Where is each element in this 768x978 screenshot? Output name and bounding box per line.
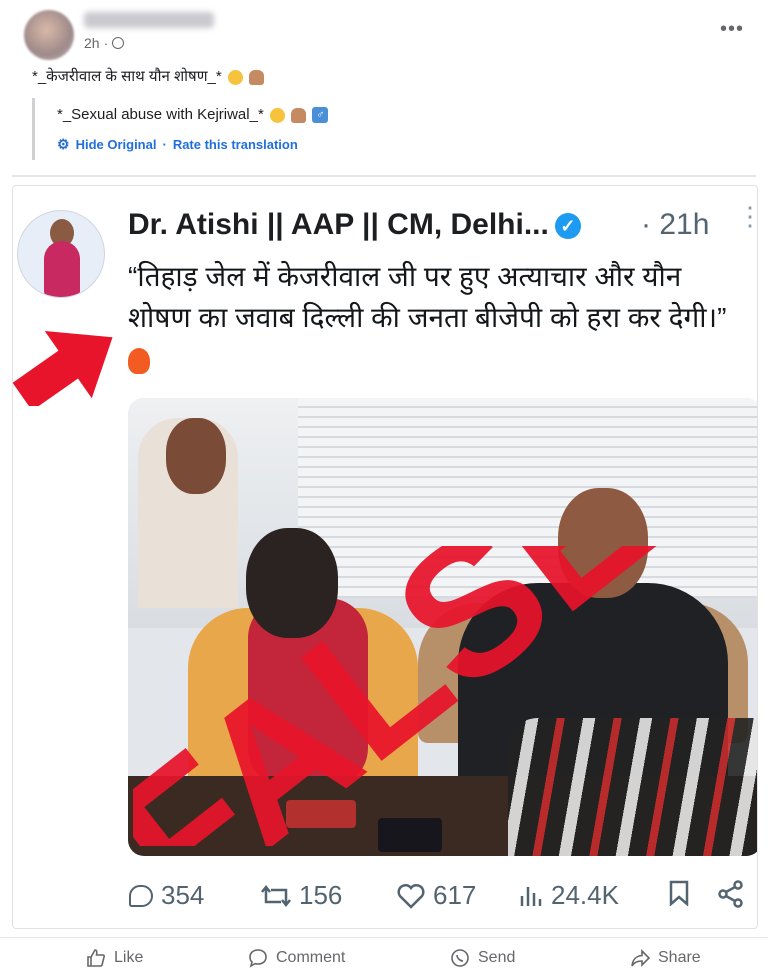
view-count: 24.4K — [519, 880, 619, 911]
share-nodes-icon — [718, 880, 743, 908]
analytics-bars-icon — [520, 886, 542, 906]
author-avatar[interactable] — [24, 10, 74, 60]
male-sign-emoji-icon: ♂ — [312, 107, 329, 124]
comment-button[interactable]: Comment — [248, 948, 345, 968]
tweet-text: “तिहाड़ जेल में केजरीवाल जी पर हुए अत्या… — [128, 256, 748, 379]
like-button[interactable]: Like — [86, 948, 143, 968]
fire-emoji-icon — [128, 347, 150, 374]
retweet-icon — [261, 884, 291, 907]
translation-text: *_Sexual abuse with Kejriwal_* ♂ — [57, 106, 329, 124]
person-facepalm-emoji-icon — [291, 107, 307, 123]
rate-translation-link[interactable]: Rate this translation — [173, 137, 298, 152]
person-facepalm-emoji-icon — [249, 69, 265, 85]
send-button[interactable]: Send — [450, 948, 515, 968]
share-arrow-icon — [631, 949, 650, 967]
tweet-more-icon: ⋮ — [737, 203, 757, 229]
gear-icon: ⚙ — [57, 136, 70, 152]
divider — [12, 175, 756, 177]
comment-bubble-icon — [129, 884, 153, 907]
red-arrow-icon — [13, 331, 113, 406]
tweet-avatar — [17, 210, 105, 298]
bookmark-icon — [669, 880, 689, 906]
tweet-stats: 354 156 617 24.4K — [129, 876, 749, 916]
verified-badge-icon: ✓ — [554, 213, 581, 240]
laughing-emoji-icon — [269, 107, 285, 123]
share-button[interactable]: Share — [630, 948, 701, 968]
false-stamp: FALSE — [133, 546, 688, 846]
post-time[interactable]: 2h — [84, 35, 100, 51]
globe-icon — [112, 37, 125, 49]
hide-original-link[interactable]: Hide Original — [76, 137, 157, 152]
thumbs-up-icon — [87, 949, 105, 967]
post-text-content: *_केजरीवाल के साथ यौन शोषण_* — [32, 68, 222, 85]
retweet-count: 156 — [261, 880, 342, 911]
share-tweet-button — [717, 880, 745, 908]
translation-actions: ⚙ Hide Original · Rate this translation — [57, 136, 298, 152]
translation-block: *_Sexual abuse with Kejriwal_* ♂ ⚙ Hide … — [32, 98, 395, 160]
post-meta: 2h · — [84, 35, 125, 51]
post-action-bar: Like Comment Send Share — [0, 937, 768, 978]
post-text: *_केजरीवाल के साथ यौन शोषण_* — [32, 66, 265, 86]
false-stamp-text: FALSE — [133, 546, 688, 846]
more-options-button[interactable]: ••• — [720, 18, 744, 41]
tweet-author-name: Dr. Atishi || AAP || CM, Delhi... ✓ — [128, 208, 581, 242]
reply-count: 354 — [129, 880, 204, 911]
like-count: 617 — [397, 880, 476, 911]
author-name-blurred[interactable] — [84, 12, 214, 28]
comment-icon — [249, 949, 267, 968]
tweet-time: · 21h — [641, 208, 710, 241]
post-header: 2h · ••• — [0, 0, 768, 60]
whatsapp-icon — [451, 949, 469, 967]
shared-image[interactable]: Dr. Atishi || AAP || CM, Delhi... ✓ · 21h… — [12, 185, 758, 929]
bookmark-button — [669, 880, 689, 906]
laughing-emoji-icon — [227, 69, 243, 85]
heart-icon — [397, 883, 425, 909]
